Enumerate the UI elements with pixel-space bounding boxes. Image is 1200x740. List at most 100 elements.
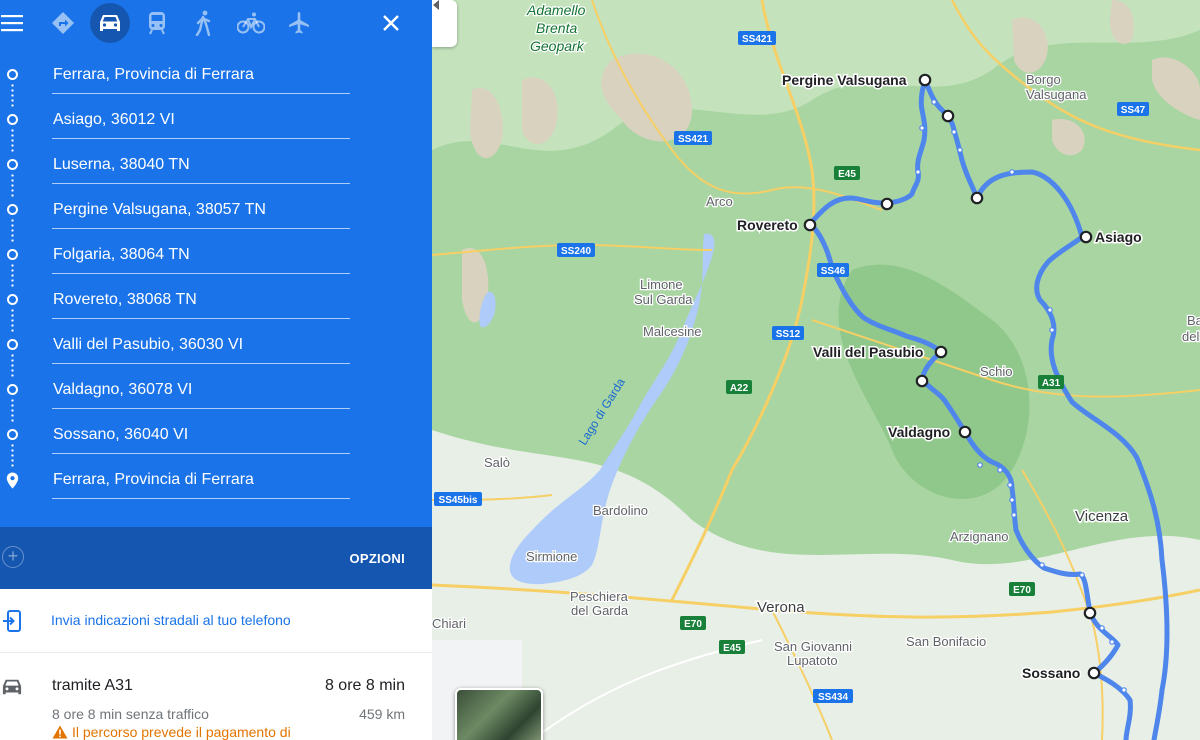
waypoint-circle-icon xyxy=(7,384,18,395)
road-label: E45 xyxy=(723,643,741,654)
waypoint-circle-icon xyxy=(7,339,18,350)
route-option[interactable]: tramite A31 8 ore 8 min 8 ore 8 min senz… xyxy=(0,653,432,740)
waypoint-input[interactable]: Ferrara, Provincia di Ferrara xyxy=(52,461,350,499)
waypoint-circle-icon xyxy=(7,204,18,215)
place-label: Valli del Pasubio xyxy=(813,344,923,360)
directions-panel: Ferrara, Provincia di Ferrara Asiago, 36… xyxy=(0,0,432,740)
place-label: Arco xyxy=(706,194,733,209)
waypoint-row: Luserna, 38040 TN xyxy=(0,142,432,199)
options-button[interactable]: OPZIONI xyxy=(349,551,405,566)
waypoint-row: Folgaria, 38064 TN xyxy=(0,232,432,289)
place-label: Chiari xyxy=(432,616,466,631)
road-label: SS421 xyxy=(742,34,772,45)
place-label: Rovereto xyxy=(737,217,798,233)
waypoint-row: Valdagno, 36078 VI xyxy=(0,367,432,424)
waypoint-row: Sossano, 36040 VI xyxy=(0,412,432,469)
road-label: A31 xyxy=(1042,378,1061,389)
bicycle-icon xyxy=(237,12,265,34)
send-to-phone-row[interactable]: Invia indicazioni stradali al tuo telefo… xyxy=(0,589,432,653)
place-label: Geopark xyxy=(530,38,585,54)
mode-flight-button[interactable] xyxy=(279,3,319,43)
waypoint-circle-icon xyxy=(7,114,18,125)
place-label: Malcesine xyxy=(643,324,702,339)
place-label: Limone xyxy=(640,277,683,292)
place-label: Bardolino xyxy=(593,503,648,518)
road-label: SS46 xyxy=(821,266,846,277)
toll-warning: Il percorso prevede il pagamento di xyxy=(52,724,291,740)
waypoint-input[interactable]: Luserna, 38040 TN xyxy=(52,146,350,184)
place-label: Vicenza xyxy=(1075,508,1129,525)
travel-mode-bar xyxy=(0,0,432,46)
place-label: Schio xyxy=(980,364,1013,379)
road-label: SS421 xyxy=(678,134,708,145)
waypoint-circle-icon xyxy=(7,249,18,260)
place-label: Pergine Valsugana xyxy=(782,72,907,88)
menu-button[interactable] xyxy=(0,3,24,43)
diamond-directions-icon xyxy=(52,12,74,34)
place-label: Salò xyxy=(484,455,510,470)
car-icon xyxy=(100,15,120,31)
waypoint-circle-icon xyxy=(7,159,18,170)
waypoint-input[interactable]: Ferrara, Provincia di Ferrara xyxy=(52,56,350,94)
chevron-left-icon xyxy=(433,0,439,10)
place-label: del xyxy=(1182,329,1199,344)
place-label: Ba xyxy=(1187,313,1200,328)
waypoint-circle-icon xyxy=(7,429,18,440)
road-label: E70 xyxy=(684,619,702,630)
waypoint-input[interactable]: Pergine Valsugana, 38057 TN xyxy=(52,191,350,229)
mode-transit-button[interactable] xyxy=(137,3,177,43)
waypoint-input[interactable]: Asiago, 36012 VI xyxy=(52,101,350,139)
road-label: SS240 xyxy=(561,246,591,257)
place-label: Asiago xyxy=(1095,229,1142,245)
send-to-phone-icon xyxy=(3,610,21,632)
waypoint-input[interactable]: Sossano, 36040 VI xyxy=(52,416,350,454)
send-to-phone-link[interactable]: Invia indicazioni stradali al tuo telefo… xyxy=(51,612,291,628)
road-label: E45 xyxy=(838,169,856,180)
place-label: Sirmione xyxy=(526,549,577,564)
waypoint-row: Pergine Valsugana, 38057 TN xyxy=(0,187,432,244)
close-directions-button[interactable] xyxy=(371,3,411,43)
waypoint-input[interactable]: Folgaria, 38064 TN xyxy=(52,236,350,274)
place-label: Arzignano xyxy=(950,529,1009,544)
road-label: SS47 xyxy=(1121,105,1146,116)
mode-walking-button[interactable] xyxy=(184,3,224,43)
route-via: tramite A31 xyxy=(52,677,133,694)
waypoint-input[interactable]: Valdagno, 36078 VI xyxy=(52,371,350,409)
place-label: Adamello xyxy=(526,2,586,18)
place-label: Sossano xyxy=(1022,665,1080,681)
road-label: E70 xyxy=(1013,585,1031,596)
satellite-layer-toggle[interactable] xyxy=(455,688,543,740)
place-label: Lupatoto xyxy=(787,653,838,668)
mode-best-route-button[interactable] xyxy=(43,3,83,43)
map-canvas[interactable]: SS421 SS421 SS47 E45 SS240 SS46 SS12 A22… xyxy=(432,0,1200,740)
train-icon xyxy=(149,12,165,35)
close-icon xyxy=(383,15,399,31)
add-destination-button[interactable]: + xyxy=(2,546,24,568)
mode-cycling-button[interactable] xyxy=(231,3,271,43)
place-label: San Giovanni xyxy=(774,639,852,654)
road-label: SS434 xyxy=(818,692,848,703)
waypoint-input[interactable]: Rovereto, 38068 TN xyxy=(52,281,350,319)
collapse-panel-button[interactable] xyxy=(432,0,457,47)
waypoint-input[interactable]: Valli del Pasubio, 36030 VI xyxy=(52,326,350,364)
toll-warning-text: Il percorso prevede il pagamento di xyxy=(72,724,291,740)
road-label: SS12 xyxy=(776,329,801,340)
directions-header: Ferrara, Provincia di Ferrara Asiago, 36… xyxy=(0,0,432,527)
airplane-icon xyxy=(289,12,309,34)
waypoint-circle-icon xyxy=(7,69,18,80)
options-bar: + OPZIONI xyxy=(0,527,432,589)
waypoint-row: Ferrara, Provincia di Ferrara xyxy=(0,457,432,502)
place-label: Peschiera xyxy=(570,589,629,604)
mode-car-button[interactable] xyxy=(90,3,130,43)
waypoint-row: Asiago, 36012 VI xyxy=(0,97,432,154)
place-label: Sul Garda xyxy=(634,292,693,307)
hamburger-icon xyxy=(1,15,23,32)
route-duration: 8 ore 8 min xyxy=(324,677,405,694)
place-label: Valsugana xyxy=(1026,87,1087,102)
warning-icon xyxy=(52,725,68,739)
walking-icon xyxy=(195,10,211,36)
road-label: A22 xyxy=(730,383,749,394)
road-label: SS45bis xyxy=(439,495,478,506)
waypoint-row: Ferrara, Provincia di Ferrara xyxy=(0,52,432,109)
place-label: Brenta xyxy=(536,20,577,36)
